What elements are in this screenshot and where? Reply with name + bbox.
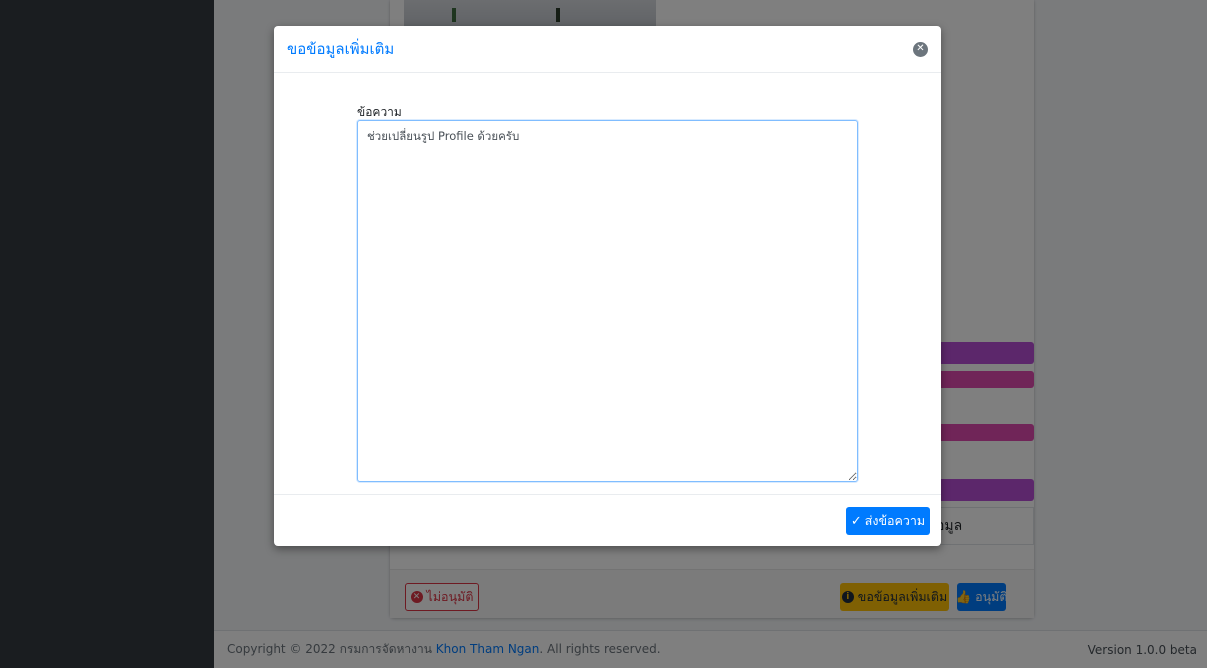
- modal-title: ขอข้อมูลเพิ่มเติม: [287, 40, 395, 58]
- send-label: ส่งข้อความ: [864, 513, 926, 528]
- send-message-button[interactable]: ✓ ส่งข้อความ: [846, 507, 930, 535]
- modal-body: ข้อความ ช่วยเปลี่ยนรูป Profile ด้วยครับ: [274, 73, 941, 494]
- request-info-modal: ขอข้อมูลเพิ่มเติม ✕ ข้อความ ช่วยเปลี่ยนร…: [274, 26, 941, 546]
- close-icon[interactable]: ✕: [913, 41, 928, 57]
- modal-header: ขอข้อมูลเพิ่มเติม ✕: [274, 26, 941, 73]
- check-icon: ✓: [850, 513, 862, 529]
- message-textarea[interactable]: ช่วยเปลี่ยนรูป Profile ด้วยครับ: [357, 120, 858, 482]
- modal-footer: ✓ ส่งข้อความ: [274, 494, 941, 546]
